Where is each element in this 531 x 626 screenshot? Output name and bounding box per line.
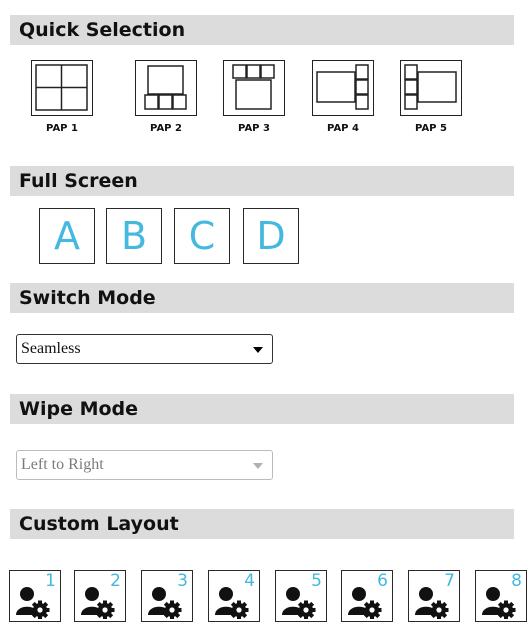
- pap-4-label: PAP 4: [327, 123, 359, 134]
- wipe-mode-header: Wipe Mode: [10, 394, 514, 424]
- switch-mode-value: Seamless: [21, 340, 81, 357]
- custom-layout-number: 1: [45, 571, 56, 591]
- full-screen-header: Full Screen: [10, 166, 514, 196]
- custom-layout-number: 2: [110, 571, 121, 591]
- pap-5-icon: [404, 64, 457, 110]
- custom-layout-1-button[interactable]: 1: [9, 570, 61, 622]
- wipe-mode-select[interactable]: Left to Right: [16, 450, 273, 480]
- switch-mode-header: Switch Mode: [10, 283, 514, 313]
- pap-3-icon: [232, 64, 275, 110]
- custom-layout-number: 5: [311, 571, 322, 591]
- switch-mode-select[interactable]: Seamless: [16, 334, 273, 364]
- custom-layout-number: 3: [177, 571, 188, 591]
- pap-5-button[interactable]: [400, 60, 462, 116]
- pap-4-icon: [316, 64, 369, 110]
- pap-4-button[interactable]: [312, 60, 374, 116]
- pap-3-button[interactable]: [223, 60, 285, 116]
- pap-2-label: PAP 2: [150, 123, 182, 134]
- pap-2-button[interactable]: [135, 60, 197, 116]
- custom-layout-number: 7: [444, 571, 455, 591]
- chevron-down-icon: [253, 347, 263, 353]
- full-screen-a-button[interactable]: A: [39, 208, 95, 264]
- pap-1-icon: [35, 64, 88, 111]
- pap-5-label: PAP 5: [415, 123, 447, 134]
- custom-layout-6-button[interactable]: 6: [341, 570, 393, 622]
- quick-selection-header: Quick Selection: [10, 15, 514, 45]
- pap-2-icon: [144, 65, 187, 110]
- full-screen-b-button[interactable]: B: [106, 208, 162, 264]
- custom-layout-3-button[interactable]: 3: [141, 570, 193, 622]
- custom-layout-4-button[interactable]: 4: [208, 570, 260, 622]
- custom-layout-7-button[interactable]: 7: [408, 570, 460, 622]
- custom-layout-number: 8: [511, 571, 522, 591]
- chevron-down-icon: [253, 463, 263, 469]
- custom-layout-8-button[interactable]: 8: [475, 570, 527, 622]
- pap-1-button[interactable]: [31, 60, 93, 116]
- custom-layout-header: Custom Layout: [10, 509, 514, 539]
- wipe-mode-value: Left to Right: [21, 456, 104, 473]
- custom-layout-number: 6: [377, 571, 388, 591]
- full-screen-d-button[interactable]: D: [243, 208, 299, 264]
- pap-1-label: PAP 1: [46, 123, 78, 134]
- full-screen-c-button[interactable]: C: [174, 208, 230, 264]
- custom-layout-2-button[interactable]: 2: [74, 570, 126, 622]
- custom-layout-5-button[interactable]: 5: [275, 570, 327, 622]
- pap-3-label: PAP 3: [238, 123, 270, 134]
- custom-layout-number: 4: [244, 571, 255, 591]
